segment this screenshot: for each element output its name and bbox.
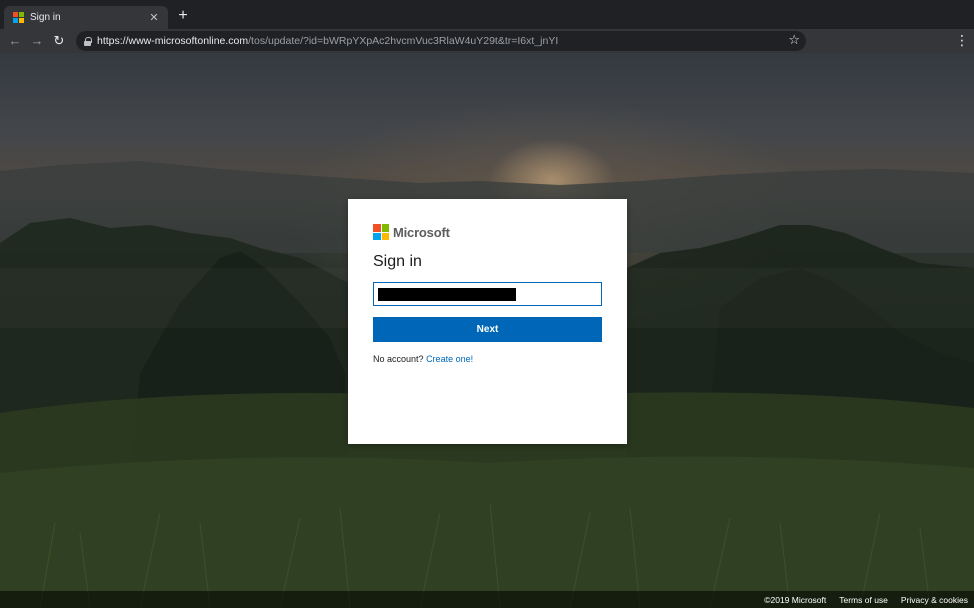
next-button[interactable]: Next [373,317,602,342]
address-url: https://www-microsoftonline.com/tos/upda… [97,35,558,47]
copyright-text: ©2019 Microsoft [764,594,827,605]
reload-icon[interactable]: ↻ [51,33,67,49]
browser-toolbar: ← → ↻ https://www-microsoftonline.com/to… [0,29,974,53]
create-account-link[interactable]: Create one! [426,354,473,364]
privacy-cookies-link[interactable]: Privacy & cookies [901,595,968,605]
page-title: Sign in [373,253,422,270]
email-field[interactable] [373,282,602,306]
lock-icon [84,37,92,46]
no-account-row: No account? Create one! [373,354,602,364]
browser-menu-icon[interactable]: ⋮ [955,32,969,48]
url-host: https://www-microsoftonline.com [97,35,249,47]
forward-arrow-icon[interactable]: → [29,33,45,49]
tab-title: Sign in [30,12,61,23]
microsoft-favicon-icon [13,12,24,23]
tab-close-icon[interactable]: ✕ [148,11,160,24]
new-tab-icon[interactable]: + [176,8,190,24]
brand-name: Microsoft [393,224,450,240]
url-path: /tos/update/?id=bWRpYXpAc2hvcmVuc3RlaW4u… [248,35,559,47]
tab-strip: Sign in ✕ + [0,0,974,29]
page-viewport: Microsoft Sign in Next No account? Creat… [0,53,974,608]
terms-of-use-link[interactable]: Terms of use [839,595,888,605]
back-arrow-icon[interactable]: ← [7,33,23,49]
no-account-text: No account? [373,354,424,364]
redacted-email-value [378,288,516,301]
footer: ©2019 Microsoft Terms of use Privacy & c… [0,591,974,608]
address-bar[interactable]: https://www-microsoftonline.com/tos/upda… [76,31,806,51]
tab-sign-in[interactable]: Sign in ✕ [4,6,168,29]
microsoft-logo-icon [373,224,389,240]
microsoft-brand: Microsoft [373,223,602,241]
sign-in-card: Microsoft Sign in Next No account? Creat… [348,199,627,444]
bookmark-star-icon[interactable]: ☆ [788,32,800,48]
